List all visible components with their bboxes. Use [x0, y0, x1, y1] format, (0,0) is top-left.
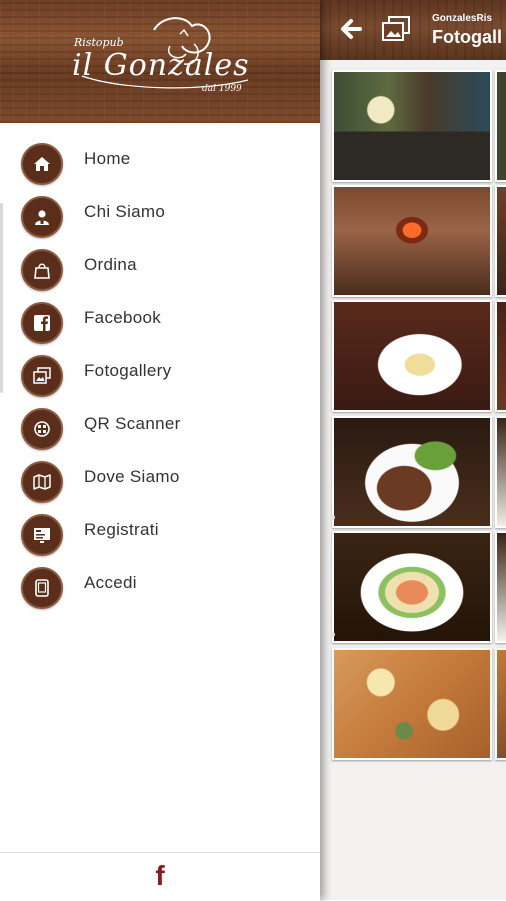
menu-label: Ordina — [84, 255, 137, 274]
shopping-bag-icon — [34, 263, 50, 279]
gallery-photo[interactable] — [495, 185, 506, 297]
menu-label: Chi Siamo — [84, 202, 166, 221]
menu-label: QR Scanner — [84, 414, 181, 433]
menu-item-ordina[interactable]: Ordina — [0, 243, 320, 296]
logo-main-text: il Gonzales — [72, 48, 250, 83]
gallery-photo[interactable] — [332, 531, 492, 643]
pager-dot — [330, 632, 335, 637]
logo-sub-text: dal 1999 — [202, 84, 242, 94]
menu-label: Home — [84, 149, 131, 168]
drawer-header: Ristopub il Gonzales dal 1999 — [0, 0, 320, 123]
menu-item-home[interactable]: Home — [0, 137, 320, 190]
menu-label: Accedi — [84, 573, 137, 592]
gallery-photo[interactable] — [495, 70, 506, 182]
photo-grid — [320, 60, 506, 900]
gallery-photo[interactable] — [332, 70, 492, 182]
qr-scanner-icon — [34, 421, 50, 437]
page-title: Fotogall — [432, 27, 502, 47]
menu-item-qr-scanner[interactable]: QR Scanner — [0, 402, 320, 455]
gallery-photo[interactable] — [495, 648, 506, 760]
pager-dot — [330, 515, 335, 520]
facebook-icon — [34, 315, 50, 331]
gallery-photo[interactable] — [495, 300, 506, 412]
menu-item-accedi[interactable]: Accedi — [0, 561, 320, 614]
gallery-icon — [382, 16, 410, 41]
register-icon — [34, 528, 50, 543]
menu-label: Registrati — [84, 520, 159, 539]
menu-label: Dove Siamo — [84, 467, 180, 486]
navigation-drawer: Ristopub il Gonzales dal 1999 Home Chi S… — [0, 0, 320, 901]
gallery-photo[interactable] — [332, 416, 492, 528]
user-badge-icon — [35, 210, 49, 225]
gallery-photo[interactable] — [495, 416, 506, 528]
home-icon — [34, 157, 50, 171]
gallery-photo[interactable] — [332, 648, 492, 760]
drawer-menu: Home Chi Siamo Ordina Facebook Fotogalle… — [0, 137, 320, 614]
app-subtitle: GonzalesRis — [432, 13, 493, 24]
map-icon — [33, 474, 51, 490]
gallery-photo[interactable] — [332, 300, 492, 412]
back-arrow-icon[interactable] — [338, 14, 364, 44]
menu-item-registrati[interactable]: Registrati — [0, 508, 320, 561]
menu-item-chi-siamo[interactable]: Chi Siamo — [0, 190, 320, 243]
menu-item-fotogallery[interactable]: Fotogallery — [0, 349, 320, 402]
menu-label: Facebook — [84, 308, 162, 327]
menu-label: Fotogallery — [84, 361, 172, 380]
facebook-footer-icon[interactable]: f — [150, 860, 170, 892]
login-icon — [35, 579, 49, 597]
menu-item-facebook[interactable]: Facebook — [0, 296, 320, 349]
gallery-icon — [33, 367, 51, 384]
menu-item-dove-siamo[interactable]: Dove Siamo — [0, 455, 320, 508]
gallery-photo[interactable] — [495, 531, 506, 643]
gallery-photo[interactable] — [332, 185, 492, 297]
